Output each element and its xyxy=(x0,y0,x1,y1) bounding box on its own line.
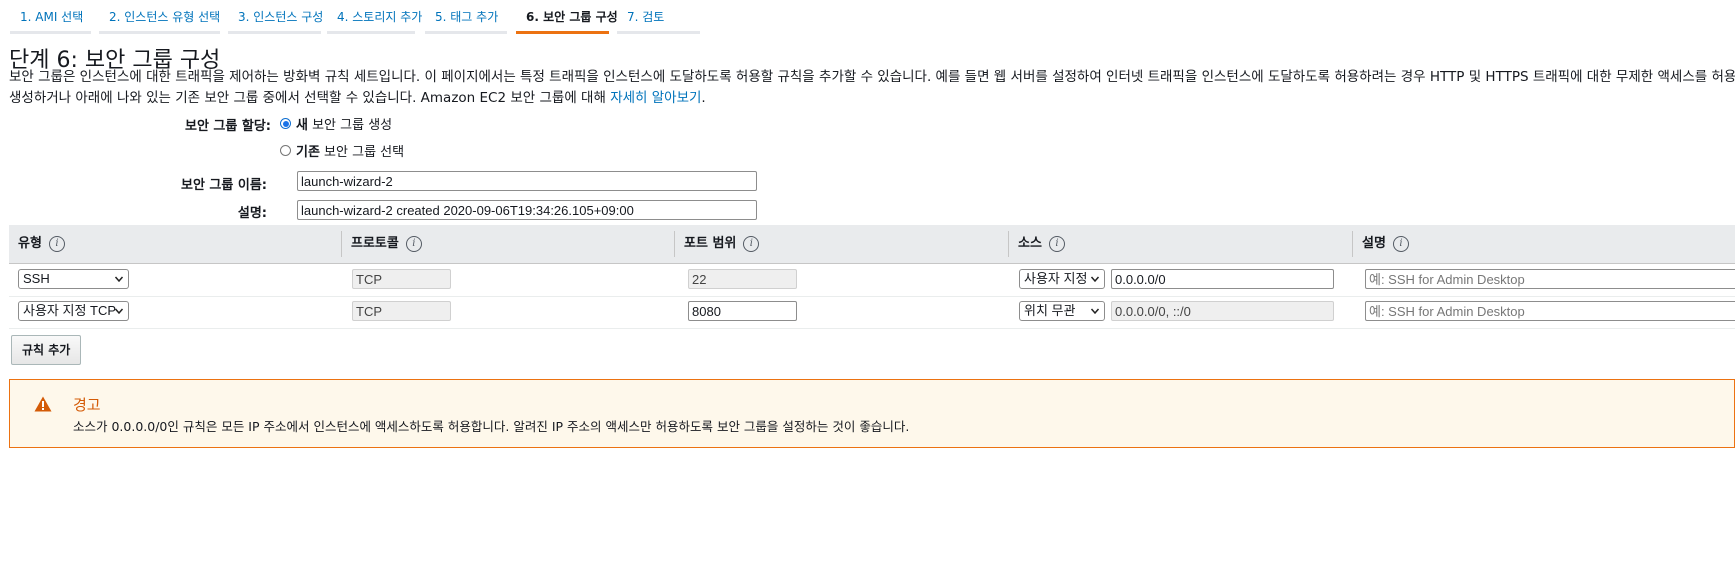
header-label: 소스 xyxy=(1018,236,1042,251)
select-value: 사용자 지정 TCP xyxy=(23,303,117,318)
column-divider xyxy=(1352,231,1353,257)
column-divider xyxy=(1008,231,1009,257)
select-value: 위치 무관 xyxy=(1024,303,1076,318)
description-text: 생성하거나 아래에 나와 있는 기존 보안 그룹 중에서 선택할 수 있습니다.… xyxy=(9,90,611,106)
radio-existing-bold: 기존 xyxy=(296,145,320,160)
column-header-type: 유형 i xyxy=(18,225,65,263)
security-group-description-label: 설명: xyxy=(237,206,267,221)
table-row: SSH TCP 22 사용자 지정 0.0.0.0/0 예: SSH for A… xyxy=(9,264,1735,297)
rule-description-input[interactable]: 예: SSH for Admin Desktop xyxy=(1365,269,1735,289)
description-line: 보안 그룹은 인스턴스에 대한 트래픽을 제어하는 방화벽 규칙 세트입니다. … xyxy=(9,69,1735,85)
radio-existing-label: 보안 그룹 선택 xyxy=(319,145,405,160)
info-icon[interactable]: i xyxy=(1048,236,1065,252)
header-label: 설명 xyxy=(1362,236,1386,251)
header-label: 프로토콜 xyxy=(351,236,399,251)
step-bar xyxy=(99,31,220,34)
step-label: 6. 보안 그룹 구성 xyxy=(526,10,618,24)
source-select[interactable]: 사용자 지정 xyxy=(1019,269,1105,289)
step-bar xyxy=(516,31,609,34)
radio-button-checked[interactable] xyxy=(280,118,291,129)
column-header-protocol: 프로토콜 i xyxy=(351,225,422,263)
security-group-name-label: 보안 그룹 이름: xyxy=(180,178,267,193)
security-group-description-input[interactable]: launch-wizard-2 created 2020-09-06T19:34… xyxy=(297,200,757,220)
description-line-2: 생성하거나 아래에 나와 있는 기존 보안 그룹 중에서 선택할 수 있습니다.… xyxy=(9,88,1735,109)
source-cidr-input: 0.0.0.0/0, ::/0 xyxy=(1111,301,1334,321)
column-divider xyxy=(341,231,342,257)
port-range-input: 22 xyxy=(688,269,797,289)
protocol-input: TCP xyxy=(352,301,451,321)
step-label: 2. 인스턴스 유형 선택 xyxy=(109,10,221,24)
info-icon[interactable]: i xyxy=(743,236,760,252)
step-instance-config[interactable]: 3. 인스턴스 구성 xyxy=(228,0,324,34)
security-group-name-input[interactable]: launch-wizard-2 xyxy=(297,171,757,191)
radio-new-label: 보안 그룹 생성 xyxy=(307,118,393,133)
warning-text: 소스가 0.0.0.0/0인 규칙은 모든 IP 주소에서 인스턴스에 액세스하… xyxy=(73,419,910,434)
rules-table-header: 유형 i 프로토콜 i 포트 범위 i 소스 i 설명 i xyxy=(9,225,1735,264)
column-header-source: 소스 i xyxy=(1018,225,1065,263)
step-tags[interactable]: 5. 태그 추가 xyxy=(425,0,507,34)
step-bar xyxy=(10,31,91,34)
chevron-down-icon xyxy=(114,276,124,283)
assign-security-group-label: 보안 그룹 할당: xyxy=(184,119,271,134)
radio-existing-security-group[interactable]: 기존 보안 그룹 선택 xyxy=(280,141,404,160)
step-ami[interactable]: 1. AMI 선택 xyxy=(10,0,91,34)
add-rule-button[interactable]: 규칙 추가 xyxy=(11,335,82,365)
step-review[interactable]: 7. 검토 xyxy=(617,0,700,34)
chevron-down-icon xyxy=(114,308,124,315)
page-description: 보안 그룹은 인스턴스에 대한 트래픽을 제어하는 방화벽 규칙 세트입니다. … xyxy=(9,67,1735,109)
info-icon[interactable]: i xyxy=(1392,236,1409,252)
source-select[interactable]: 위치 무관 xyxy=(1019,301,1105,321)
select-value: SSH xyxy=(23,271,50,286)
column-divider xyxy=(674,231,675,257)
wizard-steps: 1. AMI 선택 2. 인스턴스 유형 선택 3. 인스턴스 구성 4. 스토… xyxy=(10,0,1735,34)
step-label: 5. 태그 추가 xyxy=(435,10,499,24)
warning-alert: 경고 소스가 0.0.0.0/0인 규칙은 모든 IP 주소에서 인스턴스에 액… xyxy=(9,379,1735,448)
step-bar xyxy=(228,31,321,34)
radio-new-security-group[interactable]: 새 보안 그룹 생성 xyxy=(280,114,392,133)
protocol-input: TCP xyxy=(352,269,451,289)
step-instance-type[interactable]: 2. 인스턴스 유형 선택 xyxy=(99,0,220,34)
chevron-down-icon xyxy=(1090,308,1100,315)
header-label: 포트 범위 xyxy=(684,236,737,251)
step-label: 3. 인스턴스 구성 xyxy=(238,10,324,24)
step-label: 7. 검토 xyxy=(627,10,665,24)
step-label: 1. AMI 선택 xyxy=(20,10,84,24)
type-select[interactable]: 사용자 지정 TCP xyxy=(18,301,129,321)
description-period: . xyxy=(701,90,706,106)
radio-new-bold: 새 xyxy=(296,118,308,133)
column-header-port-range: 포트 범위 i xyxy=(684,225,760,263)
port-range-input[interactable]: 8080 xyxy=(688,301,797,321)
step-label: 4. 스토리지 추가 xyxy=(337,10,423,24)
step-bar xyxy=(617,31,700,34)
header-label: 유형 xyxy=(18,236,42,251)
warning-title: 경고 xyxy=(73,396,101,414)
info-icon[interactable]: i xyxy=(405,236,422,252)
warning-icon xyxy=(34,396,52,412)
step-bar xyxy=(327,31,415,34)
info-icon[interactable]: i xyxy=(48,236,65,252)
chevron-down-icon xyxy=(1090,276,1100,283)
rule-description-input[interactable]: 예: SSH for Admin Desktop xyxy=(1365,301,1735,321)
table-row: 사용자 지정 TCP TCP 8080 위치 무관 0.0.0.0/0, ::/… xyxy=(9,296,1735,329)
radio-button[interactable] xyxy=(280,145,291,156)
step-security-group[interactable]: 6. 보안 그룹 구성 xyxy=(516,0,618,34)
step-storage[interactable]: 4. 스토리지 추가 xyxy=(327,0,422,34)
column-header-description: 설명 i xyxy=(1362,225,1409,263)
type-select[interactable]: SSH xyxy=(18,269,129,289)
source-cidr-input[interactable]: 0.0.0.0/0 xyxy=(1111,269,1334,289)
select-value: 사용자 지정 xyxy=(1024,271,1088,286)
learn-more-link[interactable]: 자세히 알아보기 xyxy=(610,90,701,106)
step-bar xyxy=(425,31,507,34)
